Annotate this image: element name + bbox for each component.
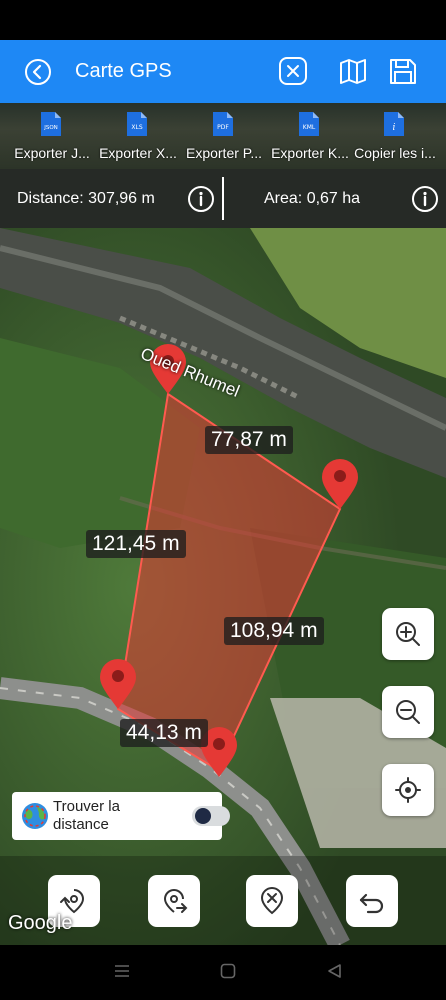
export-json-label: Exporter J... [14, 145, 90, 161]
zoom-out-button[interactable] [382, 686, 434, 738]
export-pdf-label: Exporter P... [185, 145, 262, 161]
toggle-knob [195, 808, 211, 824]
page-title: Carte GPS [75, 60, 172, 82]
svg-text:JSON: JSON [43, 125, 58, 131]
satellite-map[interactable]: Oued Rhumel 77,87 m 121,45 m 108,94 m 44… [0, 228, 446, 945]
find-distance-label: Trouver la distance [53, 798, 120, 833]
segment-length-label: 121,45 m [86, 530, 186, 558]
zoom-in-icon [396, 622, 420, 646]
home-icon[interactable] [220, 963, 236, 979]
locate-button[interactable] [382, 764, 434, 816]
info-file-icon: i [384, 112, 404, 136]
export-kml-button[interactable]: KML Exporter K... [267, 103, 353, 169]
svg-text:XLS: XLS [131, 124, 142, 131]
menu-icon[interactable] [114, 963, 130, 979]
locate-icon [395, 777, 421, 803]
google-attribution: Google [8, 912, 73, 934]
distance-value: Distance: 307,96 m [17, 190, 155, 207]
zoom-in-button[interactable] [382, 608, 434, 660]
export-pdf-button[interactable]: PDF Exporter P... [181, 103, 267, 169]
pin-forward-button[interactable] [148, 875, 200, 927]
svg-text:KML: KML [303, 124, 316, 131]
area-info-icon[interactable] [411, 185, 439, 213]
undo-button[interactable] [346, 875, 398, 927]
zoom-out-icon [396, 700, 420, 724]
pdf-file-icon: PDF [213, 112, 233, 136]
measurement-bar: Distance: 307,96 m Area: 0,67 ha [0, 169, 446, 228]
area-value: Area: 0,67 ha [264, 190, 361, 207]
close-square-icon[interactable] [278, 56, 308, 86]
back-triangle-icon[interactable] [326, 963, 342, 979]
segment-length-label: 108,94 m [224, 617, 324, 645]
svg-text:i: i [393, 123, 396, 133]
export-kml-label: Exporter K... [271, 145, 349, 161]
kml-file-icon: KML [299, 112, 319, 136]
undo-icon [359, 893, 384, 914]
svg-text:PDF: PDF [217, 124, 229, 131]
back-circle-icon[interactable] [24, 58, 52, 86]
export-xls-button[interactable]: XLS Exporter X... [95, 103, 181, 169]
remove-pin-button[interactable] [246, 875, 298, 927]
find-distance-card[interactable]: Trouver la distance [12, 792, 230, 840]
system-nav-bar [0, 945, 446, 1000]
segment-length-label: 44,13 m [120, 719, 208, 747]
copy-info-button[interactable]: i Copier les i... [352, 103, 438, 169]
distance-info-icon[interactable] [187, 185, 215, 213]
pin-forward-icon [163, 889, 188, 913]
globe-icon [22, 803, 48, 829]
pin-remove-icon [260, 887, 284, 915]
segment-length-label: 77,87 m [205, 426, 293, 454]
json-file-icon: JSON [41, 112, 61, 136]
app-bar: Carte GPS [0, 40, 446, 103]
xls-file-icon: XLS [127, 112, 147, 136]
map-icon[interactable] [338, 56, 368, 86]
divider [222, 177, 224, 220]
copy-info-label: Copier les i... [354, 145, 436, 161]
find-distance-toggle[interactable] [192, 806, 230, 826]
export-toolbar: JSON Exporter J... XLS Exporter X... PDF… [0, 103, 446, 169]
export-json-button[interactable]: JSON Exporter J... [9, 103, 95, 169]
save-icon[interactable] [388, 56, 418, 86]
export-xls-label: Exporter X... [99, 145, 177, 161]
status-bar [0, 0, 446, 40]
